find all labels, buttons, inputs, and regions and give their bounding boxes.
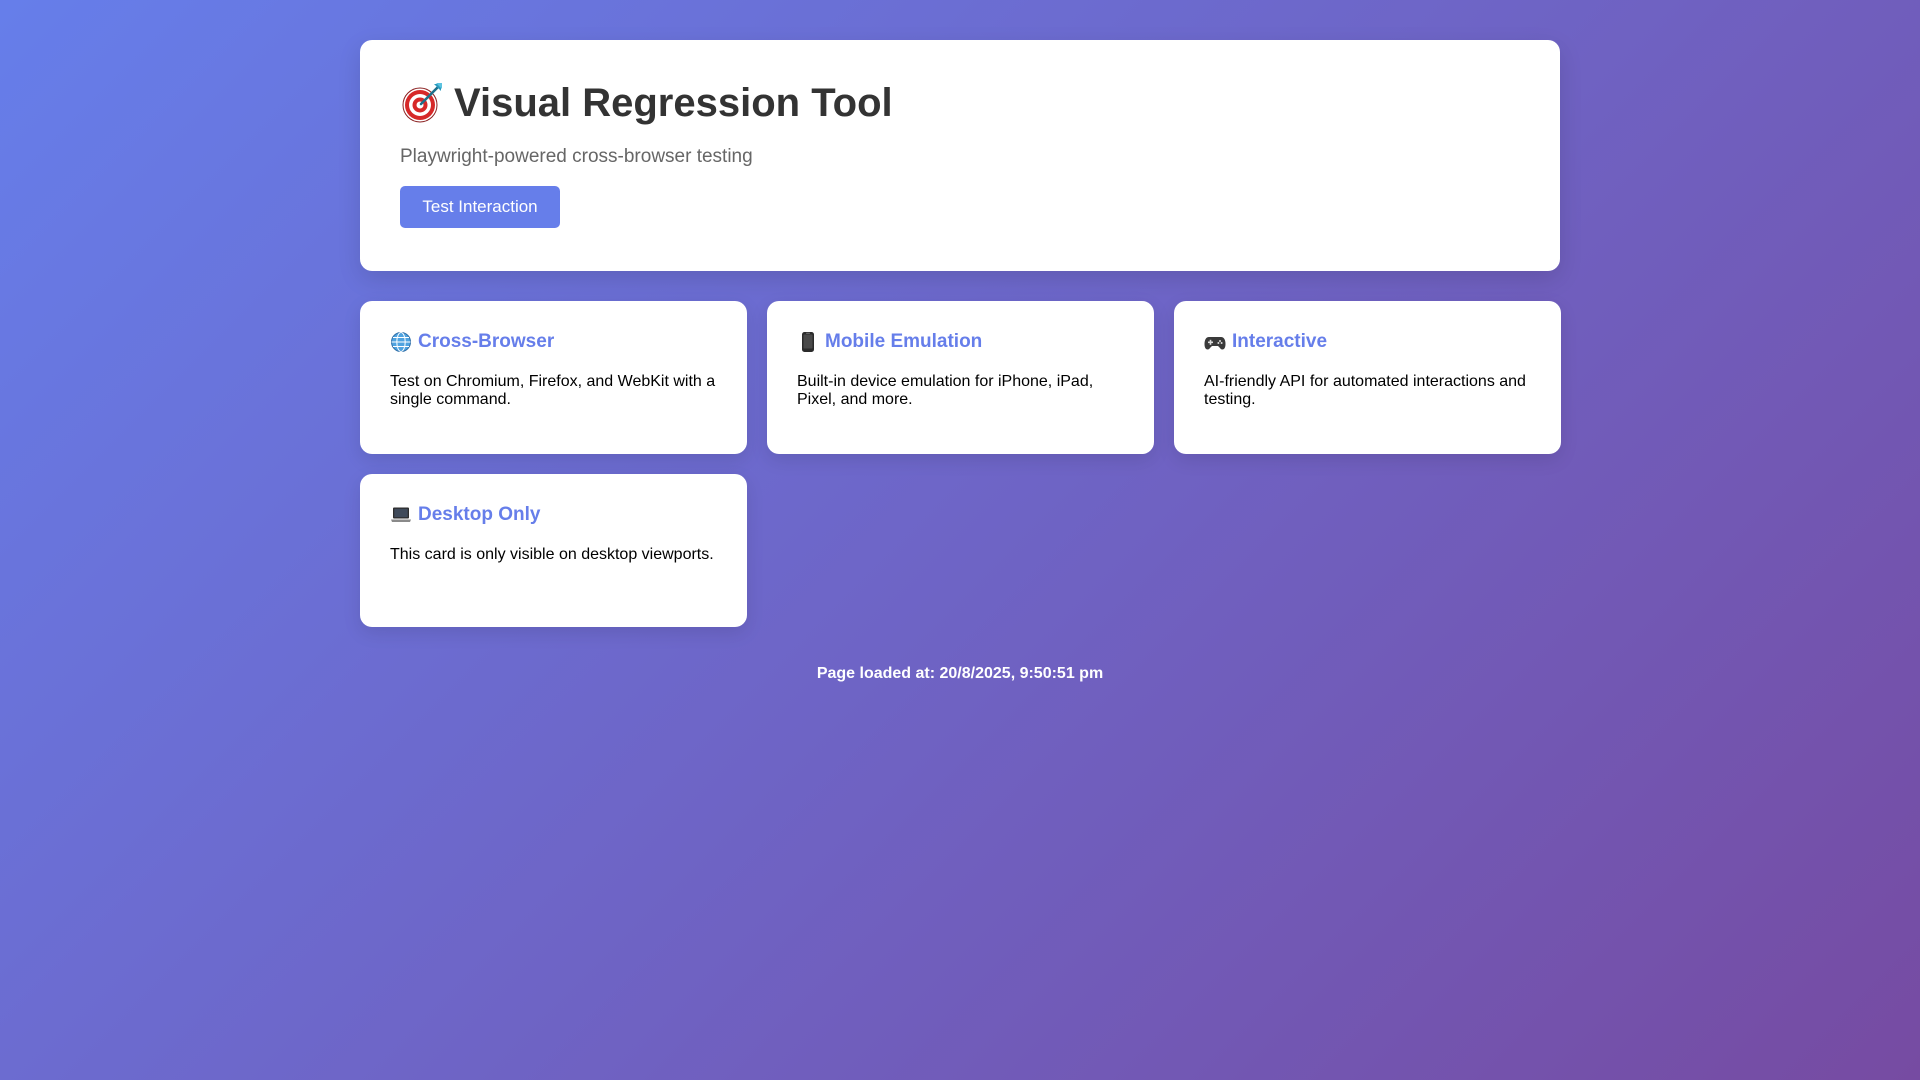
- card-title-text: Desktop Only: [418, 504, 541, 525]
- page-subtitle: Playwright-powered cross-browser testing: [400, 146, 753, 167]
- target-icon: [400, 81, 444, 125]
- page-title: Visual Regression Tool: [400, 80, 1520, 126]
- gamepad-icon: [1204, 331, 1226, 353]
- card-description: AI-friendly API for automated interactio…: [1204, 373, 1526, 409]
- card-description: Test on Chromium, Firefox, and WebKit wi…: [390, 373, 716, 409]
- card-title: Cross-Browser: [390, 331, 717, 353]
- mobile-phone-icon: [797, 331, 819, 353]
- feature-card-interactive: Interactive AI-friendly API for automate…: [1174, 301, 1561, 454]
- card-description: This card is only visible on desktop vie…: [390, 546, 714, 563]
- hero-card: Visual Regression Tool Playwright-powere…: [360, 40, 1560, 271]
- card-title-text: Cross-Browser: [418, 331, 555, 352]
- feature-card-desktop-only: Desktop Only This card is only visible o…: [360, 474, 747, 627]
- card-title: Desktop Only: [390, 504, 717, 526]
- laptop-icon: [390, 504, 412, 526]
- page-container: Visual Regression Tool Playwright-powere…: [360, 40, 1561, 683]
- test-interaction-button[interactable]: Test Interaction: [400, 186, 560, 228]
- feature-card-mobile-emulation: Mobile Emulation Built-in device emulati…: [767, 301, 1154, 454]
- card-title: Mobile Emulation: [797, 331, 1124, 353]
- card-title-text: Interactive: [1232, 331, 1328, 352]
- feature-cards: Cross-Browser Test on Chromium, Firefox,…: [360, 301, 1561, 627]
- card-title-text: Mobile Emulation: [825, 331, 983, 352]
- card-description: Built-in device emulation for iPhone, iP…: [797, 373, 1094, 409]
- page-loaded-timestamp: Page loaded at: 20/8/2025, 9:50:51 pm: [816, 665, 1104, 682]
- page-title-text: Visual Regression Tool: [454, 81, 893, 125]
- globe-icon: [390, 331, 412, 353]
- feature-card-cross-browser: Cross-Browser Test on Chromium, Firefox,…: [360, 301, 747, 454]
- card-title: Interactive: [1204, 331, 1531, 353]
